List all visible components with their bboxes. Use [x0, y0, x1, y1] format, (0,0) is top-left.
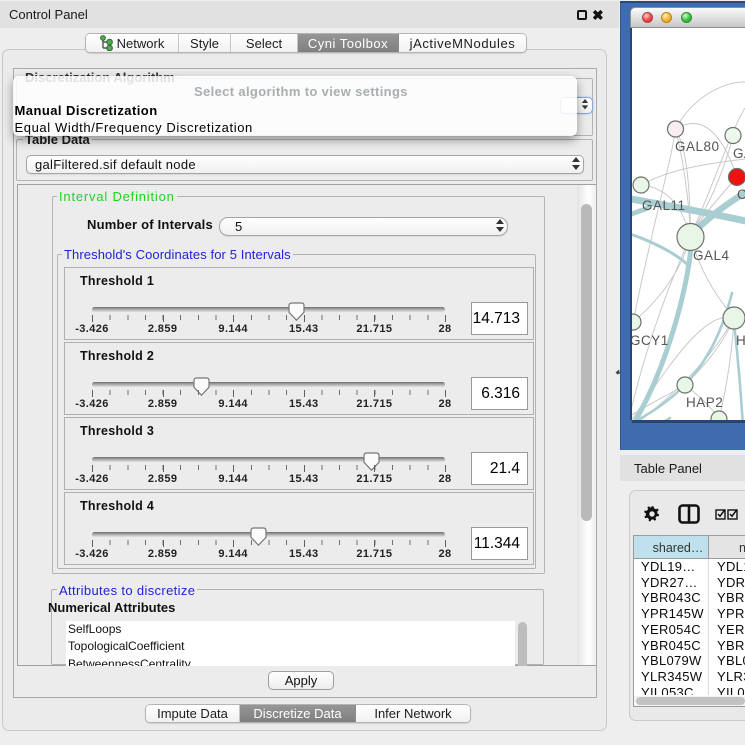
svg-text:GCY1: GCY1 [632, 333, 669, 348]
svg-text:C: C [737, 187, 745, 202]
svg-text:GAL80: GAL80 [675, 139, 720, 154]
svg-text:GAL4: GAL4 [693, 248, 730, 263]
svg-text:HAP2: HAP2 [686, 395, 723, 410]
svg-text:GAL11: GAL11 [642, 198, 686, 213]
svg-text:H: H [736, 333, 745, 348]
svg-text:GA: GA [733, 146, 745, 161]
